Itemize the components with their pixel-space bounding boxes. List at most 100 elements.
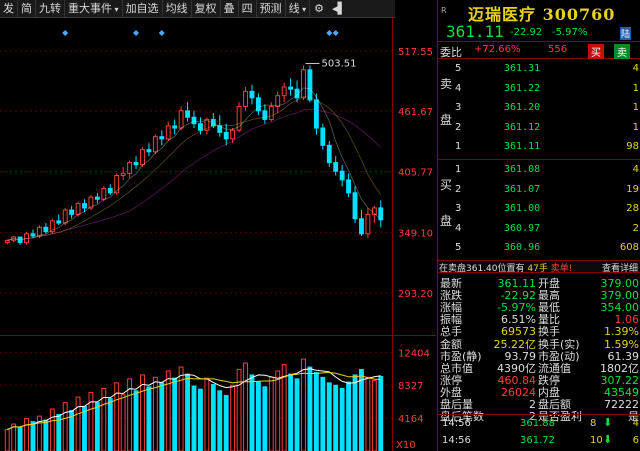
buy-level-row[interactable]: 1 361.08 4 — [438, 160, 640, 180]
volume-bar — [262, 386, 268, 451]
buy-price: 361.08 — [504, 164, 541, 175]
volume-bar — [333, 384, 339, 451]
tick-vol: 8 — [590, 418, 597, 429]
toolbar-button[interactable]: 叠 — [221, 0, 239, 18]
stat-value: 43549 — [604, 385, 639, 399]
volume-bar — [275, 370, 281, 451]
buy-volume: 4 — [632, 164, 639, 175]
large-order-alert[interactable]: 在卖盘361.40位置有 47手 卖单! 查看详细 — [438, 260, 640, 274]
stat-item: 市盈(动) 61.39 — [538, 350, 639, 363]
buy-level-row[interactable]: 2 361.07 19 — [438, 180, 640, 200]
tick-row: 14:56 361.72 10 ⬇ 6 — [438, 432, 640, 449]
price-tick-label: 461.67 — [398, 107, 433, 118]
candle-body — [101, 187, 107, 200]
candle-body — [172, 125, 178, 129]
toolbar-button[interactable]: 四 — [239, 0, 257, 18]
volume-bar — [294, 378, 300, 451]
toolbar-button[interactable]: 预测 — [257, 0, 286, 18]
stat-label: 涨跌 — [440, 289, 462, 303]
gear-icon[interactable]: ⚙ — [310, 0, 328, 18]
stat-value: 307.22 — [600, 373, 640, 387]
pin-icon[interactable]: ◂▌ — [328, 0, 350, 18]
toolbar-button[interactable]: 均线 — [163, 0, 192, 18]
event-diamond-icon — [62, 30, 69, 36]
volume-bar — [107, 398, 113, 451]
volume-tick-label: 8327 — [398, 381, 423, 392]
last-price: 361.11 — [446, 22, 504, 41]
candle-body — [4, 239, 10, 243]
stat-label: 换手 — [538, 325, 560, 339]
buy-level-row[interactable]: 4 360.97 2 — [438, 219, 640, 239]
tick-price: 361.72 — [520, 435, 555, 446]
toolbar-button[interactable]: 重大事件 — [65, 0, 123, 18]
sell-price: 361.12 — [504, 121, 541, 133]
volume-unit-label: X10 — [396, 440, 416, 451]
stat-item: 涨停 460.84 — [440, 374, 536, 387]
candle-body — [133, 162, 139, 166]
candle-body — [365, 213, 371, 235]
stats-table: 最新 361.11 开盘 379.00 涨跌 -22.92 最高 379.00 涨幅 -5.97%… — [438, 273, 640, 423]
candle-body — [230, 129, 236, 140]
toolbar-button[interactable]: 线 — [286, 0, 311, 18]
candle-body — [56, 220, 62, 224]
kline-chart[interactable]: 517.55 461.67 405.77 349.10 293.20 12404 8327 4… — [0, 18, 436, 451]
toolbar-button[interactable]: 复权 — [192, 0, 221, 18]
toolbar-button[interactable]: 九转 — [36, 0, 65, 18]
sell-level-row[interactable]: 4 361.22 1 — [438, 79, 640, 99]
weibi-diff: 556 — [548, 44, 568, 55]
stat-item: 内盘 43549 — [538, 386, 639, 399]
volume-bar — [326, 382, 332, 451]
sell-level: 5 — [455, 63, 462, 74]
stat-item: 流通值 1802亿 — [538, 362, 639, 375]
stat-value: 26024 — [501, 385, 536, 399]
volume-bar — [140, 374, 145, 451]
candle-body — [288, 86, 294, 90]
volume-bar — [204, 377, 210, 451]
stat-value: 4390亿 — [497, 361, 536, 375]
weibi-label: 委比 — [440, 46, 462, 59]
toolbar-button[interactable]: 加自选 — [123, 0, 163, 18]
candle-body — [243, 90, 248, 107]
toolbar-button[interactable]: 发 — [0, 0, 18, 18]
sell-volume: 98 — [626, 141, 639, 152]
sell-level-row[interactable]: 3 361.20 1 — [438, 98, 640, 118]
sell-level-row[interactable]: 1 361.11 98 — [438, 137, 640, 157]
candle-body — [249, 90, 255, 99]
volume-bar — [120, 394, 126, 451]
volume-bar — [133, 390, 139, 451]
candle-body — [223, 131, 229, 140]
sell-level-row[interactable]: 5 361.31 4 — [438, 59, 640, 79]
candle-body — [326, 144, 332, 164]
buy-button[interactable]: 买 — [588, 44, 604, 59]
volume-bar — [320, 376, 326, 451]
stock-header: R 迈瑞医疗 300760 — [438, 0, 640, 24]
buy-level: 1 — [455, 164, 462, 175]
volume-bar — [49, 408, 55, 451]
stat-item: 跌停 307.22 — [538, 374, 639, 387]
candle-body — [359, 218, 364, 235]
volume-bar — [24, 418, 29, 451]
buy-volume: 28 — [626, 203, 639, 214]
volume-bar — [11, 423, 17, 451]
price-change: -22.92 — [510, 27, 543, 38]
stat-item: 最低 354.00 — [538, 301, 639, 314]
candle-body — [146, 149, 152, 153]
sell-level-row[interactable]: 2 361.12 1 — [438, 118, 640, 138]
stat-value: 1.59% — [604, 337, 639, 351]
buy-volume: 2 — [632, 222, 639, 234]
volume-bar — [288, 373, 294, 451]
sell-button[interactable]: 卖 — [614, 44, 630, 59]
buy-level-row[interactable]: 5 360.96 608 — [438, 238, 640, 258]
tick-n: 6 — [632, 435, 639, 446]
sell-level: 2 — [455, 121, 462, 133]
candle-body — [281, 86, 287, 97]
stat-value: 460.84 — [497, 373, 537, 387]
volume-bar — [217, 390, 223, 451]
stat-item: 换手 1.39% — [538, 325, 639, 338]
buy-level-row[interactable]: 3 361.00 28 — [438, 199, 640, 219]
stat-label: 市盈(动) — [538, 349, 580, 363]
toolbar-button[interactable]: 简 — [18, 0, 36, 18]
stat-label: 涨停 — [440, 373, 462, 387]
buy-level: 3 — [455, 203, 462, 214]
kline-svg[interactable]: 517.55 461.67 405.77 349.10 293.20 12404 8327 4… — [0, 18, 436, 451]
